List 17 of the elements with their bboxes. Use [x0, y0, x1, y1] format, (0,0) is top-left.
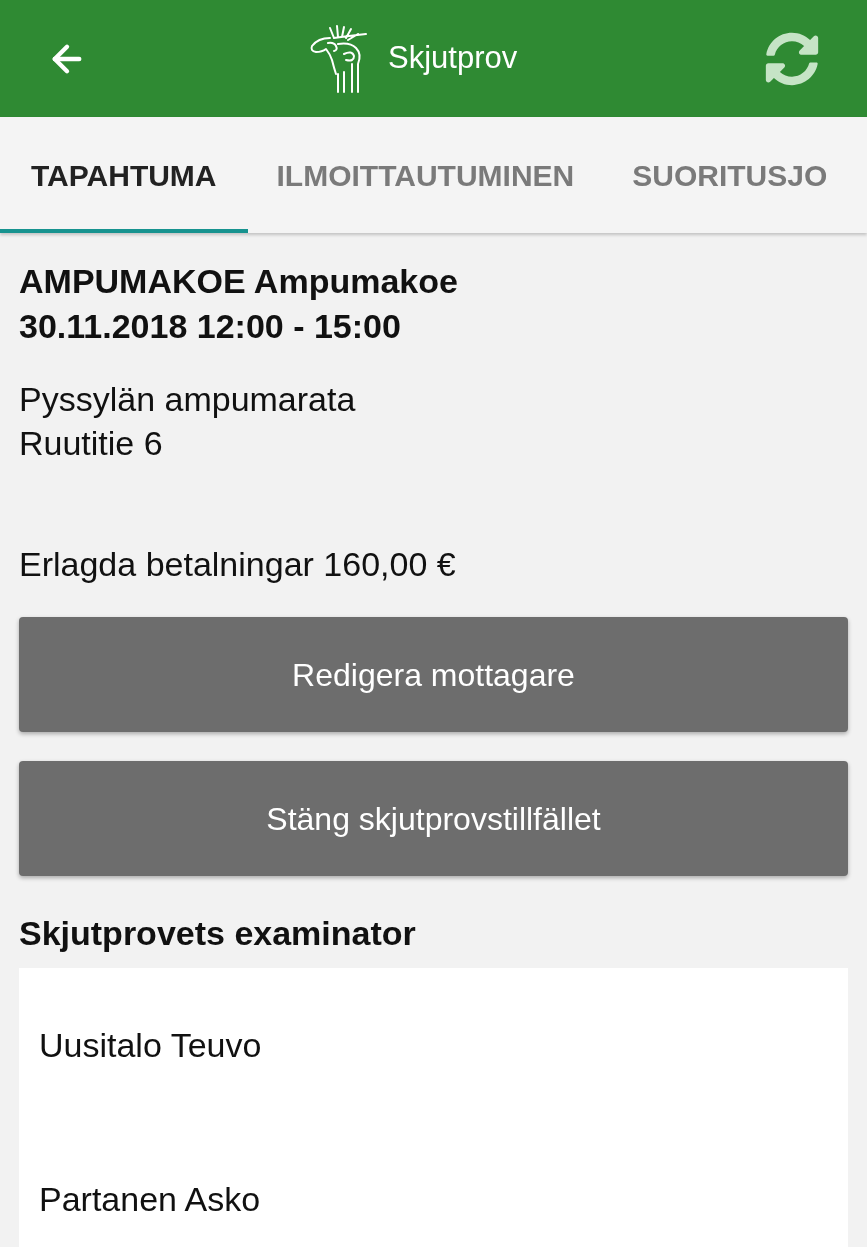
examiner-item[interactable]: Uusitalo Teuvo: [19, 968, 848, 1122]
app-title: Skjutprov: [388, 39, 518, 78]
refresh-button[interactable]: [765, 31, 819, 86]
moose-logo-icon: [308, 23, 370, 94]
tab[interactable]: SUORITUSJO: [603, 117, 857, 233]
refresh-icon: [765, 31, 819, 86]
payments-text: Erlagda betalningar 160,00 €: [19, 544, 457, 585]
examiner-item[interactable]: Partanen Asko: [19, 1122, 848, 1247]
examiners-heading: Skjutprovets examinator: [19, 913, 417, 954]
event-title: 30.11.2018 12:00 - 15:00: [19, 306, 402, 347]
event-address: Ruutitie 6: [19, 423, 164, 464]
tab[interactable]: ILMOITTAUTUMINEN: [247, 117, 604, 233]
action-button[interactable]: Stäng skjutprovstillfället: [19, 761, 848, 876]
event-title: AMPUMAKOE Ampumakoe: [19, 261, 459, 302]
event-address: Pyssylän ampumarata: [19, 379, 357, 420]
action-button[interactable]: Redigera mottagare: [19, 617, 848, 732]
tab[interactable]: TAPAHTUMA: [0, 117, 248, 233]
